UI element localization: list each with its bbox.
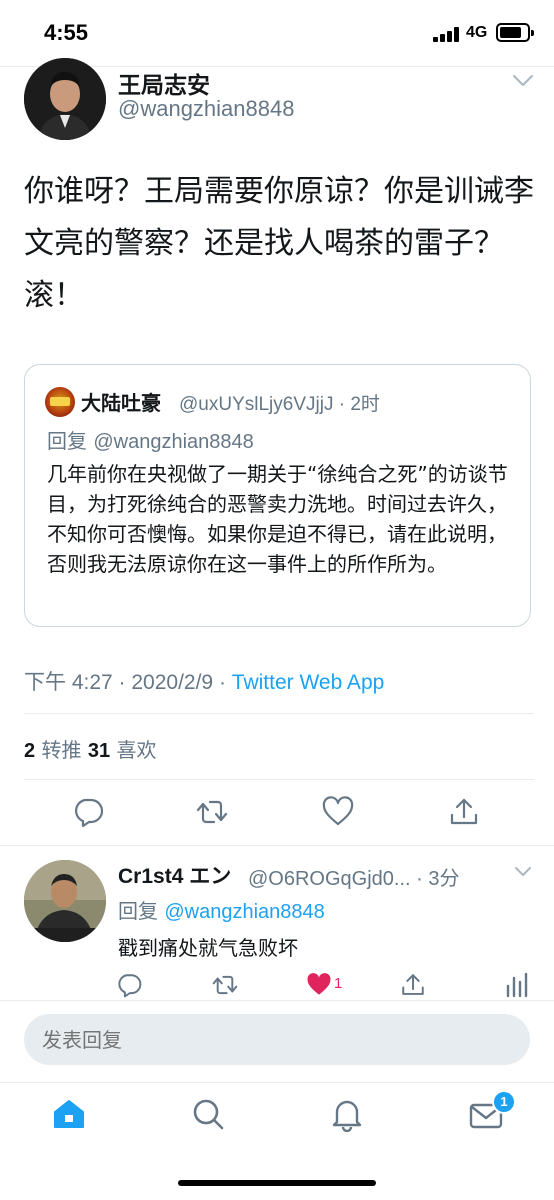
divider	[24, 713, 534, 714]
quoted-author-handle: @uxUYslLjy6VJjjJ · 2时	[179, 394, 380, 415]
chevron-down-icon[interactable]	[512, 74, 534, 88]
author-handle[interactable]: @wangzhian8848	[118, 96, 294, 122]
reply-to: 回复 @wangzhian8848	[118, 895, 325, 924]
quoted-reply-to: 回复 @wangzhian8848	[47, 425, 254, 454]
battery-icon	[496, 23, 534, 42]
reply-icon[interactable]	[72, 796, 104, 828]
tweet-timestamp: 下午 4:27 · 2020/2/9 · Twitter Web App	[24, 666, 384, 696]
chevron-down-icon[interactable]	[514, 866, 532, 878]
tweet-actions	[0, 796, 554, 832]
quoted-text: 几年前你在央视做了一期关于“徐纯合之死”的访谈节目，为打死徐纯合的恶警卖力洗地。…	[47, 462, 508, 576]
messages-badge: 1	[492, 1090, 516, 1114]
retweet-icon[interactable]	[212, 972, 238, 998]
reply-mention: @wangzhian8848	[93, 431, 254, 453]
reply-like-count: 1	[334, 975, 343, 992]
retweet-count: 2	[24, 740, 36, 762]
author-name[interactable]: 王局志安	[118, 66, 210, 100]
reply-input[interactable]	[24, 1014, 530, 1065]
tweet-time: 下午 4:27 · 2020/2/9 ·	[24, 671, 232, 694]
reply-icon[interactable]	[116, 972, 142, 998]
like-label: 喜欢	[110, 738, 157, 762]
home-indicator[interactable]	[178, 1180, 376, 1186]
like-icon[interactable]	[322, 796, 354, 828]
notifications-icon[interactable]	[329, 1096, 365, 1132]
tweet-text: 你谁呀？王局需要你原谅？你是训诫李文亮的警察？还是找人喝茶的雷子？滚！	[24, 174, 534, 313]
retweet-label: 转推	[35, 738, 88, 762]
tweet-stats[interactable]: 2 转推 31 喜欢	[24, 734, 156, 763]
like-count: 31	[87, 740, 111, 762]
reply-prefix: 回复	[118, 899, 165, 923]
retweet-icon[interactable]	[196, 796, 228, 828]
reply-avatar[interactable]	[24, 860, 106, 942]
quoted-author-name: 大陆吐豪	[81, 391, 161, 415]
divider	[24, 779, 534, 780]
share-icon[interactable]	[400, 972, 426, 998]
reply-text: 戳到痛处就气急败坏	[118, 936, 298, 960]
search-icon[interactable]	[190, 1096, 226, 1132]
liked-heart-icon[interactable]	[306, 972, 332, 998]
reply-prefix: 回复	[47, 429, 94, 453]
status-bar: 4:55 4G	[0, 0, 554, 66]
share-icon[interactable]	[448, 796, 480, 828]
reply-author-name[interactable]: Cr1st4 エン	[118, 860, 231, 890]
network-type: 4G	[466, 24, 488, 41]
reply-actions	[0, 972, 554, 1000]
author-avatar[interactable]	[24, 58, 106, 140]
status-time: 4:55	[44, 20, 89, 45]
signal-icon	[433, 26, 461, 42]
analytics-icon[interactable]	[504, 972, 528, 998]
reply-mention-link[interactable]: @wangzhian8848	[164, 901, 324, 923]
quoted-avatar	[45, 387, 75, 417]
quoted-tweet[interactable]: 大陆吐豪 @uxUYslLjy6VJjjJ · 2时 回复 @wangzhian…	[24, 364, 531, 627]
reply-author-handle[interactable]: @O6ROGqGjd0... · 3分	[248, 862, 459, 891]
divider	[0, 845, 554, 846]
home-icon[interactable]	[51, 1096, 87, 1132]
tweet-source-link[interactable]: Twitter Web App	[232, 671, 385, 694]
